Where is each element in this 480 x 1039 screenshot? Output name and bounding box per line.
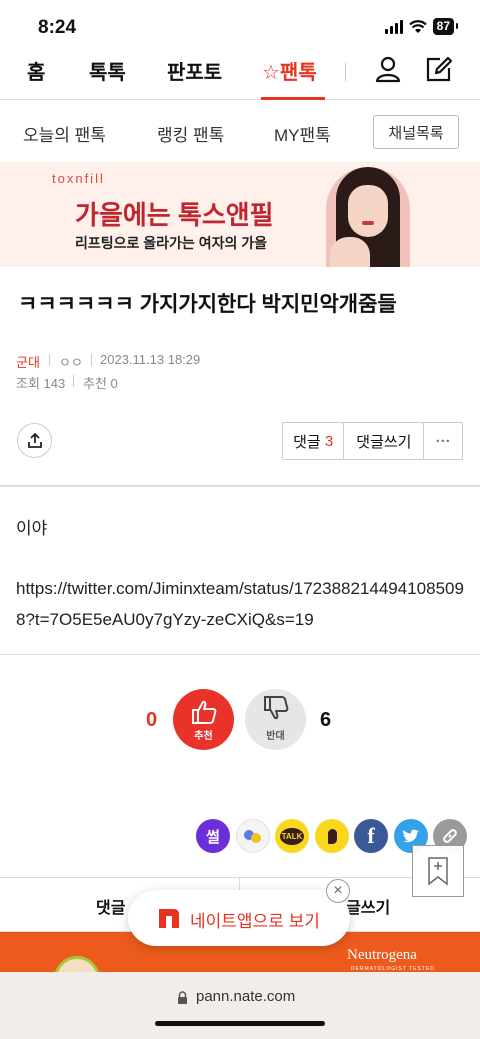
- ad-subtext: 리프팅으로 올라가는 여자의 가을: [75, 235, 267, 251]
- kakaostory-share-icon[interactable]: [315, 819, 349, 853]
- oppose-tally: 6: [320, 709, 332, 731]
- tab-home[interactable]: 홈: [27, 56, 45, 85]
- tab-pannphoto[interactable]: 판포토: [167, 56, 222, 85]
- status-bar: 8:24 87: [0, 0, 480, 50]
- comments-button[interactable]: 댓글 3: [283, 423, 345, 459]
- write-tab[interactable]: 글쓰기: [346, 894, 390, 918]
- lock-icon: [178, 991, 187, 1004]
- subnav-today[interactable]: 오늘의 팬톡: [23, 121, 106, 146]
- comment-count: 3: [324, 432, 334, 450]
- post-author: ㅇㅇ: [59, 355, 83, 370]
- open-app-banner[interactable]: 네이트앱으로 보기: [128, 890, 350, 946]
- ad-banner[interactable]: toxnfill 가을에는 톡스앤필 리프팅으로 올라가는 여자의 가을: [0, 163, 480, 267]
- thumbs-up-icon: [192, 700, 217, 724]
- tab-toktok[interactable]: 톡톡: [89, 56, 126, 85]
- post-body-link[interactable]: https://twitter.com/Jiminxteam/status/17…: [16, 573, 471, 635]
- share-icon: [27, 432, 42, 448]
- thumbs-down-icon: [264, 696, 289, 720]
- kakaotalk-share-icon[interactable]: TALK: [275, 819, 309, 853]
- post-category[interactable]: 군대: [16, 352, 40, 371]
- view-count: 조회 143: [16, 376, 66, 391]
- subnav-my[interactable]: MY팬톡: [274, 121, 331, 146]
- ad-brand: Neutrogena: [347, 947, 417, 963]
- recommend-button[interactable]: 추천: [173, 689, 234, 750]
- comments-tab[interactable]: 댓글: [96, 894, 125, 918]
- bookmark-icon: [428, 857, 448, 886]
- tab-panntok[interactable]: ☆팬톡: [262, 56, 317, 85]
- home-indicator: [155, 1021, 325, 1026]
- post-body-text: 이야: [16, 519, 48, 538]
- post-date: 2023.11.13 18:29: [100, 352, 201, 367]
- bookmark-button[interactable]: [412, 845, 464, 897]
- band-share-icon[interactable]: [236, 819, 270, 853]
- recommend-tally: 0: [146, 709, 158, 731]
- url-text: pann.nate.com: [196, 988, 296, 1005]
- open-app-text: 네이트앱으로 보기: [190, 912, 320, 931]
- write-comment-button[interactable]: 댓글쓰기: [344, 423, 425, 459]
- post-title: ㅋㅋㅋㅋㅋㅋ 가지가지한다 박지민악개줌들: [18, 293, 397, 316]
- oppose-button[interactable]: 반대: [245, 689, 306, 750]
- clock: 8:24: [38, 17, 77, 38]
- ssul-share-icon[interactable]: 썰: [196, 819, 230, 853]
- facebook-share-icon[interactable]: f: [354, 819, 388, 853]
- channel-list-button[interactable]: 채널목록: [373, 115, 459, 149]
- top-nav: 홈 톡톡 판포토 ☆팬톡: [0, 50, 480, 100]
- browser-url-bar[interactable]: pann.nate.com: [0, 972, 480, 1039]
- ad-model-photo: [326, 167, 410, 267]
- oppose-label: 반대: [266, 731, 285, 742]
- battery-icon: 87: [432, 18, 459, 35]
- post-actions: 댓글 3 댓글쓰기 ···: [282, 422, 463, 460]
- divider: [0, 485, 480, 487]
- more-button[interactable]: ···: [424, 423, 462, 459]
- nav-divider: [345, 63, 346, 81]
- recommend-label: 추천: [194, 731, 213, 742]
- subnav-ranking[interactable]: 랭킹 팬톡: [157, 121, 224, 146]
- wifi-icon: [408, 19, 427, 33]
- active-tab-indicator: [261, 97, 325, 100]
- close-icon: ×: [333, 882, 343, 899]
- sub-nav: 오늘의 팬톡 랭킹 팬톡 MY팬톡 채널목록: [0, 101, 480, 163]
- close-banner-button[interactable]: ×: [326, 879, 350, 903]
- write-icon[interactable]: [424, 54, 454, 84]
- ad-headline: 가을에는 톡스앤필: [75, 200, 274, 230]
- recommend-count: 추천 0: [83, 376, 118, 391]
- divider: [0, 654, 480, 655]
- signal-icon: [384, 19, 403, 34]
- nate-logo-icon: [159, 909, 179, 928]
- ad-brand: toxnfill: [52, 171, 105, 186]
- share-button[interactable]: [17, 423, 52, 458]
- user-icon[interactable]: [374, 55, 402, 83]
